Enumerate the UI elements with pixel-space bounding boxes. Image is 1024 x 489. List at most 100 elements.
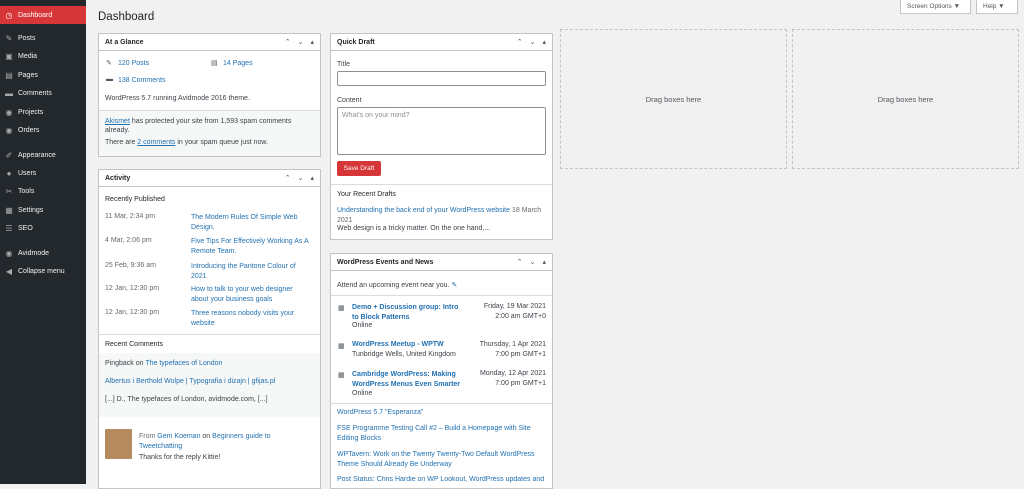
move-up-icon[interactable]: ⌃ [517, 258, 523, 266]
calendar-icon: ▦ [338, 305, 345, 312]
post-link[interactable]: Introducing the Pantone Colour of 2021 [191, 262, 311, 282]
move-up-icon[interactable]: ⌃ [517, 38, 523, 46]
at-a-glance-box: At a Glance ⌃ ⌄ ▴ ✎ 120 Posts ▤ 14 Pages ▬ … [98, 33, 321, 157]
move-down-icon[interactable]: ⌄ [298, 38, 304, 46]
box-header: WordPress Events and News ⌃ ⌄ ▴ [331, 254, 552, 271]
spam-queue-text: There are 2 comments in your spam queue … [105, 139, 268, 146]
toggle-panel-icon[interactable]: ▴ [542, 258, 546, 266]
spam-post: in your spam queue just now. [175, 139, 269, 146]
box-title: Activity [105, 174, 131, 182]
spam-comments-link[interactable]: 2 comments [137, 139, 175, 146]
post-date: 12 Jan, 12:30 pm [105, 309, 160, 316]
move-down-icon[interactable]: ⌄ [530, 38, 536, 46]
pingback-author-link[interactable]: Albertus i Berthold Wolpe | Typografia i… [105, 378, 275, 385]
move-down-icon[interactable]: ⌄ [530, 258, 536, 266]
sidebar-item-dashboard[interactable]: ◷ Dashboard [0, 6, 86, 24]
attend-text: Attend an upcoming event near you. ✎ [337, 281, 457, 289]
sidebar-item-posts[interactable]: ✎ Posts [0, 29, 86, 47]
news-link[interactable]: FSE Programme Testing Call #2 – Build a … [337, 424, 542, 444]
drop-zone[interactable]: Drag boxes here [560, 29, 787, 169]
main-content: Dashboard Screen Options ▼ Help ▼ At a G… [86, 0, 1024, 489]
event-date: Thursday, 1 Apr 2021 [479, 341, 546, 348]
post-link[interactable]: Five Tips For Effectively Working As A R… [191, 237, 313, 257]
pingback-meta: Pingback on The typefaces of London [105, 360, 222, 367]
sidebar-item-seo[interactable]: ☰ SEO [0, 219, 86, 237]
sidebar-item-appearance[interactable]: ✐ Appearance [0, 146, 86, 164]
event-link[interactable]: WordPress Meetup - WPTW [352, 341, 472, 348]
box-header: At a Glance ⌃ ⌄ ▴ [99, 34, 320, 51]
pages-count-link[interactable]: 14 Pages [223, 60, 253, 67]
event-time: 2:00 am GMT+0 [495, 313, 546, 320]
post-link[interactable]: How to talk to your web designer about y… [191, 285, 311, 305]
event-location: Online [352, 390, 373, 397]
calendar-icon: ▦ [338, 372, 345, 379]
draft-title-input[interactable] [337, 71, 546, 86]
projects-icon: ◉ [5, 107, 13, 117]
event-time: 7:00 pm GMT+1 [495, 380, 546, 387]
draft-link[interactable]: Understanding the back end of your WordP… [337, 207, 510, 214]
draft-content-textarea[interactable]: What's on your mind? [337, 107, 546, 155]
move-up-icon[interactable]: ⌃ [285, 174, 291, 182]
move-up-icon[interactable]: ⌃ [285, 38, 291, 46]
posts-count-link[interactable]: 120 Posts [118, 60, 149, 67]
event-date: Monday, 12 Apr 2021 [479, 370, 546, 377]
draft-item: Understanding the back end of your WordP… [337, 206, 549, 226]
toggle-panel-icon[interactable]: ▴ [310, 174, 314, 182]
save-draft-button[interactable]: Save Draft [337, 161, 381, 176]
post-date: 12 Jan, 12:30 pm [105, 285, 160, 292]
recently-published-heading: Recently Published [105, 196, 165, 203]
move-down-icon[interactable]: ⌄ [298, 174, 304, 182]
edit-location-icon[interactable]: ✎ [451, 282, 457, 289]
event-link[interactable]: Cambridge WordPress: Making WordPress Me… [352, 370, 467, 390]
comment-author-link[interactable]: Gem Koeman [157, 433, 200, 440]
sidebar-item-label: Collapse menu [18, 267, 65, 275]
events-news-box: WordPress Events and News ⌃ ⌄ ▴ Attend an u… [330, 253, 553, 489]
sidebar-item-orders[interactable]: ◉ Orders [0, 121, 86, 139]
screen-options-button[interactable]: Screen Options ▼ [900, 0, 971, 14]
news-link[interactable]: WordPress 5.7 “Esperanza” [337, 409, 423, 416]
title-label: Title [337, 61, 350, 68]
toggle-panel-icon[interactable]: ▴ [310, 38, 314, 46]
sidebar-item-projects[interactable]: ◉ Projects [0, 103, 86, 121]
calendar-icon: ▦ [338, 343, 345, 350]
comments-count-link[interactable]: 138 Comments [118, 77, 165, 84]
comment-meta: From Gem Koeman on Beginners guide to Tw… [139, 432, 289, 452]
version-text: WordPress 5.7 running Avidmode 2016 them… [105, 95, 250, 102]
news-link[interactable]: WPTavern: Work on the Twenty Twenty-Two … [337, 450, 542, 470]
akismet-link[interactable]: Akismet [105, 118, 130, 125]
post-link[interactable]: Three reasons nobody visits your website [191, 309, 311, 329]
post-date: 25 Feb, 9:36 am [105, 262, 156, 269]
settings-icon: ▦ [5, 205, 13, 215]
sidebar-item-pages[interactable]: ▤ Pages [0, 66, 86, 84]
post-link[interactable]: The Modern Rules Of Simple Web Design. [191, 213, 311, 233]
divider [99, 334, 320, 335]
sidebar-item-label: Pages [18, 71, 38, 79]
comment-on-label: on [200, 433, 213, 440]
pingback-post-link[interactable]: The typefaces of London [145, 360, 222, 367]
sidebar-item-settings[interactable]: ▦ Settings [0, 201, 86, 219]
sidebar-item-tools[interactable]: ✂ Tools [0, 182, 86, 200]
divider [331, 403, 552, 404]
sidebar-item-users[interactable]: ● Users [0, 164, 86, 182]
pages-icon: ▤ [5, 70, 13, 80]
admin-sidebar: ◷ Dashboard ✎ Posts ▣ Media ▤ Pages ▬ Comment… [0, 0, 86, 484]
toggle-panel-icon[interactable]: ▴ [542, 38, 546, 46]
box-title: WordPress Events and News [337, 258, 434, 266]
sidebar-item-comments[interactable]: ▬ Comments [0, 84, 86, 102]
sidebar-item-label: Comments [18, 89, 52, 97]
event-time: 7:00 pm GMT+1 [495, 351, 546, 358]
sidebar-item-label: SEO [18, 224, 33, 232]
sidebar-item-label: Media [18, 52, 38, 60]
comment-icon: ▬ [5, 88, 13, 98]
box-title: At a Glance [105, 38, 144, 46]
help-button[interactable]: Help ▼ [976, 0, 1018, 14]
news-link[interactable]: Post Status: Chris Hardie on WP Lookout,… [337, 476, 549, 483]
sidebar-item-media[interactable]: ▣ Media [0, 47, 86, 65]
sidebar-item-label: Appearance [18, 151, 56, 159]
content-label: Content [337, 97, 362, 104]
event-link[interactable]: Demo + Discussion group: Intro to Block … [352, 303, 462, 323]
drop-zone[interactable]: Drag boxes here [792, 29, 1019, 169]
users-icon: ● [6, 168, 12, 178]
sidebar-item-avidmode[interactable]: ◉ Avidmode [0, 244, 86, 262]
collapse-menu-button[interactable]: ◀ Collapse menu [0, 262, 86, 280]
